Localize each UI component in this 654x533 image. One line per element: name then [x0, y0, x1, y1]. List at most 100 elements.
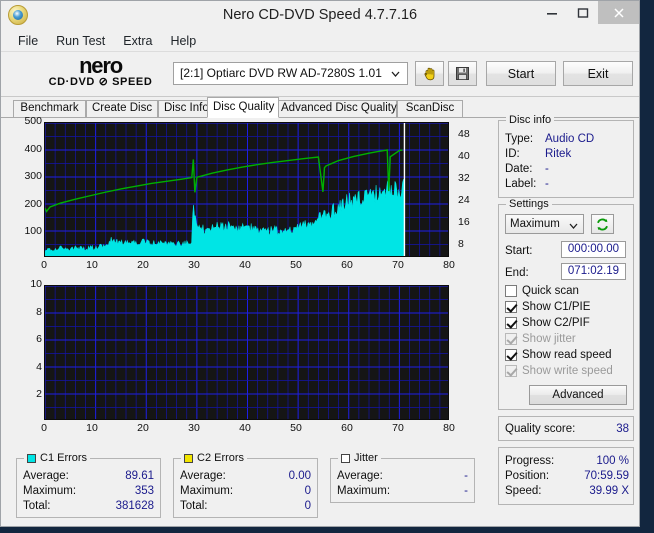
application-window: Nero CD-DVD Speed 4.7.7.16 File Run Test…	[0, 0, 640, 527]
position-value: 70:59.59	[584, 469, 629, 482]
checkbox-show-c2-pif[interactable]: Show C2/PIF	[505, 317, 590, 329]
drive-select[interactable]: [2:1] Optiarc DVD RW AD-7280S 1.01	[173, 62, 408, 85]
c2-maximum-row: Maximum: 0	[180, 485, 311, 499]
end-time-field[interactable]: 071:02.19	[561, 263, 626, 280]
show-write-speed-checkbox-box	[505, 365, 517, 377]
tab-advanced-disc-quality[interactable]: Advanced Disc Quality	[275, 100, 397, 117]
menu-extra[interactable]: Extra	[114, 32, 161, 50]
scan-speed-value: Maximum	[510, 218, 560, 230]
jit-xtick-20: 20	[137, 422, 149, 434]
c2-maximum-label: Maximum:	[180, 485, 234, 497]
c2-average-value: 0.00	[288, 470, 311, 482]
checkbox-show-read-speed[interactable]: Show read speed	[505, 349, 612, 361]
settings-box: Settings Maximum Start: 000:00.00 End: 0…	[498, 198, 634, 410]
disc-id-row: ID: Ritek	[499, 146, 633, 161]
c2-maximum-value: 0	[304, 485, 311, 497]
disc-label-value: -	[545, 177, 549, 190]
checkbox-show-jitter: Show jitter	[505, 333, 576, 345]
quick-scan-label: Quick scan	[522, 285, 579, 297]
show-jitter-checkbox-box	[505, 333, 517, 345]
progress-label: Progress:	[505, 454, 555, 467]
progress-box: Progress: 100 % Position: 70:59.59 Speed…	[498, 447, 634, 505]
progress-row: Progress: 100 %	[499, 453, 633, 468]
checkbox-show-write-speed: Show write speed	[505, 365, 613, 377]
c2-total-value: 0	[304, 500, 311, 512]
c1-ytick-300: 300	[24, 170, 42, 183]
tab-scandisc[interactable]: ScanDisc	[397, 100, 463, 117]
start-time-field[interactable]: 000:00.00	[561, 241, 626, 258]
scan-speed-select[interactable]: Maximum	[505, 214, 584, 234]
show-c1-pie-label: Show C1/PIE	[522, 301, 591, 313]
position-row: Position: 70:59.59	[499, 468, 633, 483]
jit-xtick-10: 10	[86, 422, 98, 434]
c1-xtick-60: 60	[341, 259, 353, 271]
minimize-button[interactable]	[536, 1, 567, 24]
jitter-chart: 10 8 6 4 2 0 10 20 30 40 50 60 70 80	[8, 278, 491, 451]
jit-xtick-80: 80	[443, 422, 455, 434]
c1-ytick-400: 400	[24, 142, 42, 155]
jit-ytick-10: 10	[30, 278, 42, 290]
speed-ytick-24: 24	[458, 193, 470, 206]
c1-maximum-label: Maximum:	[23, 485, 77, 497]
jitter-average-row: Average: -	[337, 470, 468, 484]
c1-errors-legend: C1 Errors	[24, 452, 91, 464]
jit-ytick-8: 8	[36, 305, 42, 318]
disc-label-row: Label: -	[499, 176, 633, 191]
jit-xtick-60: 60	[341, 422, 353, 434]
c2-errors-stats: C2 Errors Average: 0.00 Maximum: 0 Total…	[173, 452, 318, 518]
show-read-speed-checkbox-box	[505, 349, 517, 361]
refresh-button[interactable]	[591, 214, 614, 234]
end-time-label: End:	[505, 267, 529, 279]
disc-info-title: Disc info	[506, 114, 555, 126]
disc-info-box: Disc info Type: Audio CD ID: Ritek Date:…	[498, 114, 634, 198]
nero-wordmark: nero	[79, 53, 123, 78]
jitter-maximum-label: Maximum:	[337, 485, 391, 497]
quality-score-label: Quality score:	[505, 422, 576, 435]
refresh-icon	[597, 218, 608, 230]
show-c1-pie-checkbox-box	[505, 301, 517, 313]
save-results-button[interactable]	[448, 61, 477, 86]
checkbox-show-c1-pie[interactable]: Show C1/PIE	[505, 301, 590, 313]
c1-errors-chart: 500 400 300 200 100 48 40 32 24 16 8 0 1…	[8, 115, 491, 288]
floppy-save-icon	[456, 67, 469, 80]
hand-scan-button[interactable]	[415, 61, 444, 86]
c1-xtick-0: 0	[41, 259, 47, 271]
menu-bar: File Run Test Extra Help	[1, 30, 639, 52]
c1-errors-stats: C1 Errors Average: 89.61 Maximum: 353 To…	[16, 452, 161, 518]
drive-select-value: [2:1] Optiarc DVD RW AD-7280S 1.01	[180, 66, 382, 80]
checkbox-quick-scan[interactable]: Quick scan	[505, 285, 579, 297]
start-button[interactable]: Start	[486, 61, 556, 86]
disc-type-row: Type: Audio CD	[499, 131, 633, 146]
tab-create-disc[interactable]: Create Disc	[86, 100, 158, 117]
c1-xtick-20: 20	[137, 259, 149, 271]
disc-date-row: Date: -	[499, 161, 633, 176]
speed-ytick-32: 32	[458, 171, 470, 184]
tab-disc-info[interactable]: Disc Info	[158, 100, 214, 117]
menu-run-test[interactable]: Run Test	[47, 32, 114, 50]
chevron-down-icon	[569, 223, 578, 229]
c1-average-label: Average:	[23, 470, 69, 482]
menu-help[interactable]: Help	[161, 32, 205, 50]
position-label: Position:	[505, 469, 550, 482]
c1-xtick-40: 40	[239, 259, 251, 271]
c1-plot-area	[44, 122, 449, 257]
close-button[interactable]	[598, 1, 639, 24]
advanced-button[interactable]: Advanced	[529, 385, 627, 405]
disc-quality-page: 500 400 300 200 100 48 40 32 24 16 8 0 1…	[1, 114, 639, 526]
tab-disc-quality[interactable]: Disc Quality	[207, 97, 279, 118]
speed-ytick-8: 8	[458, 238, 464, 250]
c2-total-row: Total: 0	[180, 500, 311, 514]
quality-score-value: 38	[616, 422, 629, 435]
c1-average-row: Average: 89.61	[23, 470, 154, 484]
jit-ytick-4: 4	[36, 360, 42, 373]
jit-xtick-30: 30	[188, 422, 200, 434]
jitter-average-label: Average:	[337, 470, 383, 482]
close-icon	[613, 7, 624, 18]
show-c2-pif-label: Show C2/PIF	[522, 317, 590, 329]
menu-file[interactable]: File	[9, 32, 47, 50]
hand-icon	[423, 67, 434, 80]
exit-button[interactable]: Exit	[563, 61, 633, 86]
jitter-average-value: -	[464, 470, 468, 482]
c1-plot-svg	[45, 123, 448, 256]
maximize-button[interactable]	[567, 1, 598, 24]
